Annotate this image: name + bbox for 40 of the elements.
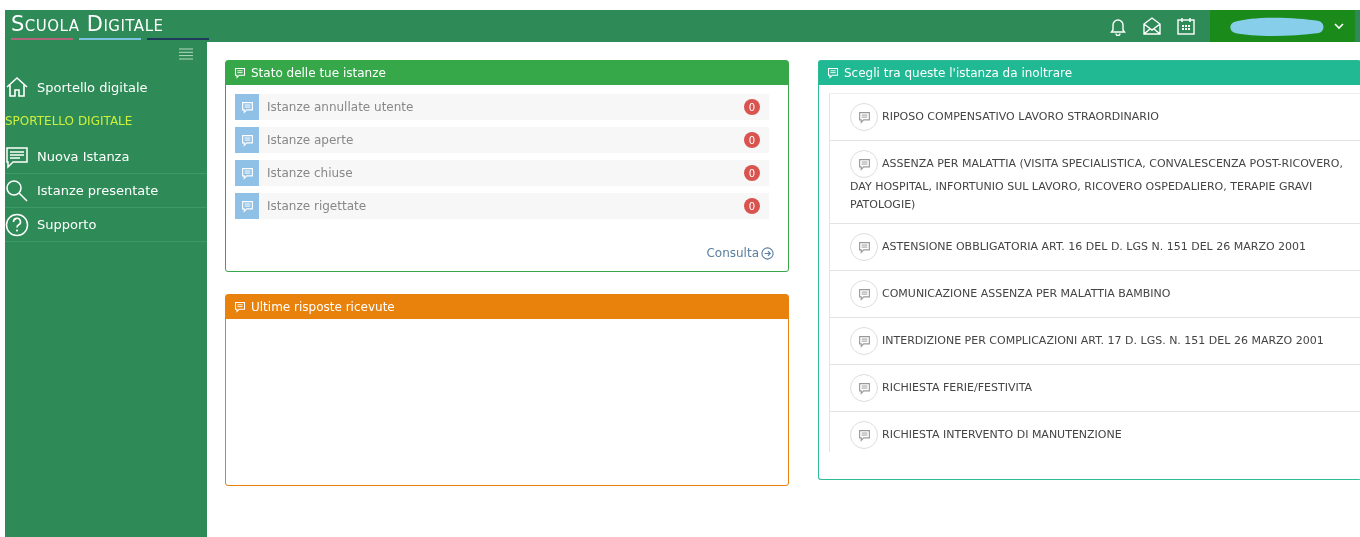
menu-icon[interactable]	[179, 48, 193, 60]
help-icon	[5, 212, 29, 237]
chat-icon	[240, 100, 254, 114]
panel-title: Scegli tra queste l'istanza da inoltrare	[844, 66, 1073, 80]
chat-icon	[240, 133, 254, 147]
count-badge: 0	[744, 165, 760, 181]
status-row[interactable]: Istanze rigettate 0	[235, 193, 769, 219]
status-row[interactable]: Istanze annullate utente 0	[235, 94, 769, 120]
chat-icon	[234, 301, 246, 313]
consulta-link[interactable]: Consulta	[700, 245, 780, 261]
sidebar-item[interactable]: Sportello digitale	[5, 70, 207, 104]
bell-icon[interactable]	[1108, 16, 1128, 36]
status-label: Istanze annullate utente	[266, 100, 415, 114]
sidebar-item[interactable]: Istanze presentate	[5, 174, 207, 208]
count-badge: 0	[744, 132, 760, 148]
logo[interactable]: Scuola Digitale	[5, 12, 209, 40]
user-menu[interactable]	[1210, 10, 1355, 42]
calendar-icon[interactable]	[1176, 16, 1196, 36]
status-label: Istanze rigettate	[266, 199, 368, 213]
chevron-down-icon	[1333, 20, 1345, 32]
status-label: Istanze aperte	[266, 133, 355, 147]
chat-icon	[234, 67, 246, 79]
chat-icon	[827, 67, 839, 79]
sidebar-item[interactable]: Supporto	[5, 208, 207, 242]
count-badge: 0	[744, 99, 760, 115]
chat-icon	[5, 144, 29, 169]
chat-icon	[240, 199, 254, 213]
panel-title: Ultime risposte ricevute	[251, 300, 395, 314]
panel-title: Stato delle tue istanze	[251, 66, 386, 80]
count-badge: 0	[744, 198, 760, 214]
search-icon	[5, 178, 29, 203]
arrow-circle-icon	[761, 246, 774, 260]
envelope-icon[interactable]	[1142, 16, 1162, 36]
status-row[interactable]: Istanze chiuse 0	[235, 160, 769, 186]
sidebar-item[interactable]: Nuova Istanza	[5, 140, 207, 174]
sidebar-heading: SPORTELLO DIGITALE	[5, 113, 134, 130]
chat-icon	[240, 166, 254, 180]
status-row[interactable]: Istanze aperte 0	[235, 127, 769, 153]
status-label: Istanze chiuse	[266, 166, 354, 180]
home-icon	[5, 75, 29, 99]
